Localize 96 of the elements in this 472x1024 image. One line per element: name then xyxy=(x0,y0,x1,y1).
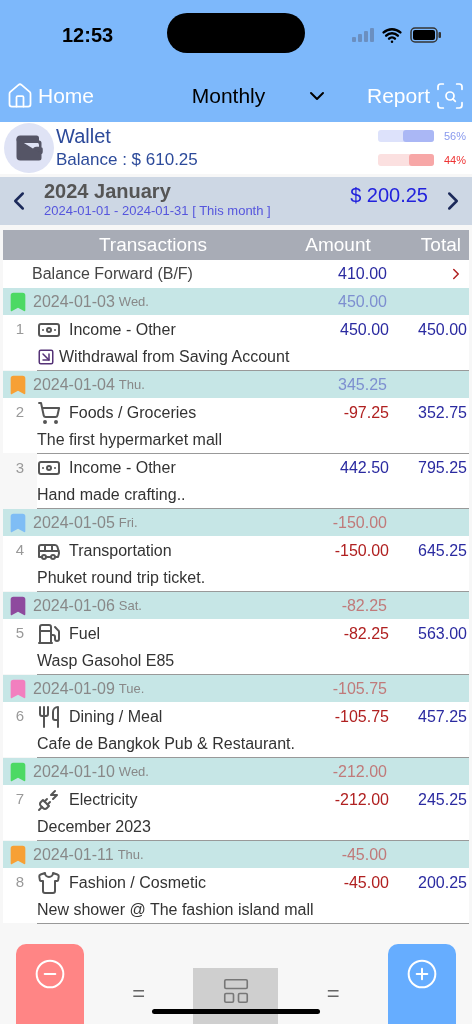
category-label: Income - Other xyxy=(69,319,176,340)
total-cell-text: 645.25 xyxy=(417,540,468,561)
percent-label: 44% xyxy=(442,153,466,168)
home-icon xyxy=(6,82,34,110)
row-number: 7 xyxy=(14,789,26,810)
total-cell-text: 245.25 xyxy=(417,789,468,810)
day-weekday: Tue. xyxy=(118,679,145,698)
battery-icon xyxy=(410,27,442,43)
category-label: Electricity xyxy=(69,789,138,810)
day-weekday: Thu. xyxy=(117,845,144,864)
equals-sign: = xyxy=(132,980,146,1008)
wifi-icon xyxy=(382,25,402,45)
day-weekday: Sat. xyxy=(118,596,142,615)
row-number: 2 xyxy=(14,402,26,423)
day-sum: -150.00 xyxy=(332,512,387,533)
memo-text: Withdrawal from Saving Account xyxy=(59,347,290,367)
signal-icon xyxy=(352,28,374,42)
wallet-icon xyxy=(14,133,44,163)
month-total: $ 200.25 xyxy=(350,183,428,208)
transfer-icon xyxy=(37,348,55,366)
column-header: Total xyxy=(420,232,461,257)
day-date: 2024-01-05 xyxy=(33,512,115,533)
fuel-pump-icon xyxy=(37,621,61,646)
day-date: 2024-01-03 xyxy=(33,291,115,312)
day-sum: 345.25 xyxy=(338,374,387,395)
day-weekday: Wed. xyxy=(118,762,149,781)
day-weekday: Thu. xyxy=(118,375,145,394)
income-bar xyxy=(378,129,434,142)
shirt-icon xyxy=(37,870,61,895)
memo-text: Cafe de Bangkok Pub & Restaurant. xyxy=(37,734,295,754)
category-label: Fashion / Cosmetic xyxy=(69,872,206,893)
category-label: Dining / Meal xyxy=(69,706,163,727)
report-button[interactable]: Report xyxy=(366,80,466,112)
plus-icon xyxy=(405,958,438,990)
equals-sign: = xyxy=(326,980,340,1008)
amount-cell-text: -212.00 xyxy=(333,789,389,810)
memo-text: December 2023 xyxy=(37,817,151,837)
day-weekday: Wed. xyxy=(118,292,149,311)
category-label: Income - Other xyxy=(69,458,176,479)
day-date: 2024-01-04 xyxy=(33,374,115,395)
total-cell-text: 563.00 xyxy=(417,623,468,644)
total-cell-text: 457.25 xyxy=(417,706,468,727)
row-number: 8 xyxy=(14,872,26,893)
memo-text: New shower @ The fashion island mall xyxy=(37,900,314,920)
status-time: 12:53 xyxy=(62,23,114,48)
percent-label: 56% xyxy=(442,128,466,144)
day-date: 2024-01-06 xyxy=(33,595,115,616)
wallet-name: Wallet xyxy=(56,124,112,148)
day-date: 2024-01-11 xyxy=(33,844,114,865)
cart-icon xyxy=(37,400,61,425)
row-number: 3 xyxy=(14,458,26,478)
memo-text: Hand made crafting.. xyxy=(37,485,186,506)
day-weekday: Fri. xyxy=(118,513,138,532)
plug-icon xyxy=(37,787,61,812)
column-header: Transactions xyxy=(97,232,209,257)
day-sum: -105.75 xyxy=(332,678,387,699)
month-title: 2024 January xyxy=(44,181,172,201)
total-cell-text: 795.25 xyxy=(417,458,468,479)
day-sum: -45.00 xyxy=(341,844,387,865)
amount-cell-text: -105.75 xyxy=(333,706,389,727)
amount-cell-text: -97.25 xyxy=(342,402,389,423)
home-button[interactable]: Home xyxy=(6,80,95,112)
amount-cell-text: -150.00 xyxy=(333,540,389,561)
day-sum: 450.00 xyxy=(338,291,387,312)
day-date: 2024-01-09 xyxy=(33,678,115,699)
period-dropdown[interactable]: Monthly xyxy=(191,80,330,112)
layout-icon xyxy=(221,976,251,1006)
memo-text: Wasp Gasohol E85 xyxy=(37,651,175,671)
row-number: 4 xyxy=(14,540,26,561)
amount-cell-text: 442.50 xyxy=(339,458,389,479)
row-number: 6 xyxy=(14,706,26,727)
forward-amount: 410.00 xyxy=(337,264,387,284)
day-date: 2024-01-10 xyxy=(33,761,115,782)
memo-text: Phuket round trip ticket. xyxy=(37,568,206,588)
fork-knife-icon xyxy=(37,704,61,729)
amount-cell-text: 450.00 xyxy=(339,319,389,340)
category-label: Transportation xyxy=(69,540,172,561)
total-cell-text: 450.00 xyxy=(417,319,468,340)
amount-cell-text: -82.25 xyxy=(342,623,389,644)
column-header: Amount xyxy=(304,232,372,257)
memo-text: The first hypermarket mall xyxy=(37,430,222,450)
day-sum: -82.25 xyxy=(341,595,387,616)
day-sum: -212.00 xyxy=(332,761,387,782)
amount-cell-text: -45.00 xyxy=(342,872,389,893)
forward-label: Balance Forward (B/F) xyxy=(32,264,193,284)
category-label: Fuel xyxy=(69,623,101,644)
minus-icon xyxy=(34,958,66,990)
total-cell-text: 200.25 xyxy=(417,872,468,893)
layout-button[interactable] xyxy=(193,968,279,1024)
row-number: 5 xyxy=(14,623,26,644)
row-number: 1 xyxy=(14,319,26,340)
expense-bar xyxy=(378,154,434,167)
category-label: Foods / Groceries xyxy=(69,402,197,423)
total-cell-text: 352.75 xyxy=(417,402,468,423)
month-range: 2024-01-01 - 2024-01-31 [ This month ] xyxy=(44,202,271,220)
wallet-balance: Balance : $ 610.25 xyxy=(56,149,198,171)
